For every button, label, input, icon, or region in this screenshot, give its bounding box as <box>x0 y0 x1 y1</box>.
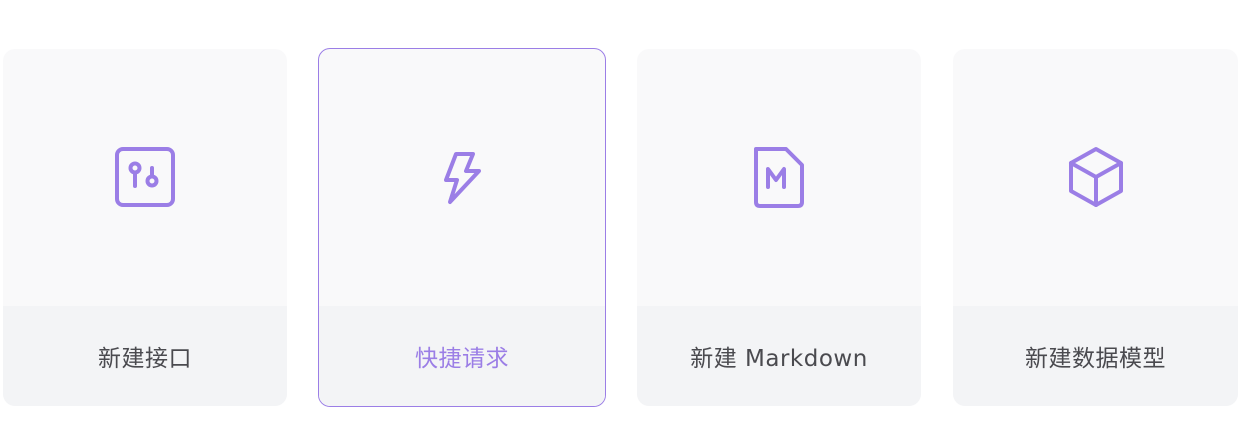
new-markdown-label: 新建 Markdown <box>690 346 868 372</box>
lightning-icon <box>444 152 481 204</box>
quick-request-label: 快捷请求 <box>415 346 509 372</box>
new-api-footer: 新建接口 <box>3 306 287 406</box>
api-icon <box>115 147 175 207</box>
markdown-file-icon <box>754 147 804 208</box>
new-api-card[interactable]: 新建接口 <box>3 49 287 406</box>
new-markdown-card[interactable]: 新建 Markdown <box>637 49 921 406</box>
new-markdown-icon-area <box>637 49 921 305</box>
cube-icon <box>1068 147 1123 207</box>
quick-request-icon-area <box>319 49 605 307</box>
new-data-model-card[interactable]: 新建数据模型 <box>953 49 1238 406</box>
quick-request-footer: 快捷请求 <box>319 306 605 406</box>
new-data-model-footer: 新建数据模型 <box>953 306 1238 406</box>
quick-request-card[interactable]: 快捷请求 <box>318 48 606 407</box>
new-data-model-icon-area <box>953 49 1238 305</box>
new-markdown-footer: 新建 Markdown <box>637 306 921 406</box>
new-data-model-label: 新建数据模型 <box>1025 346 1166 372</box>
new-api-label: 新建接口 <box>98 346 192 372</box>
new-api-icon-area <box>3 49 287 305</box>
